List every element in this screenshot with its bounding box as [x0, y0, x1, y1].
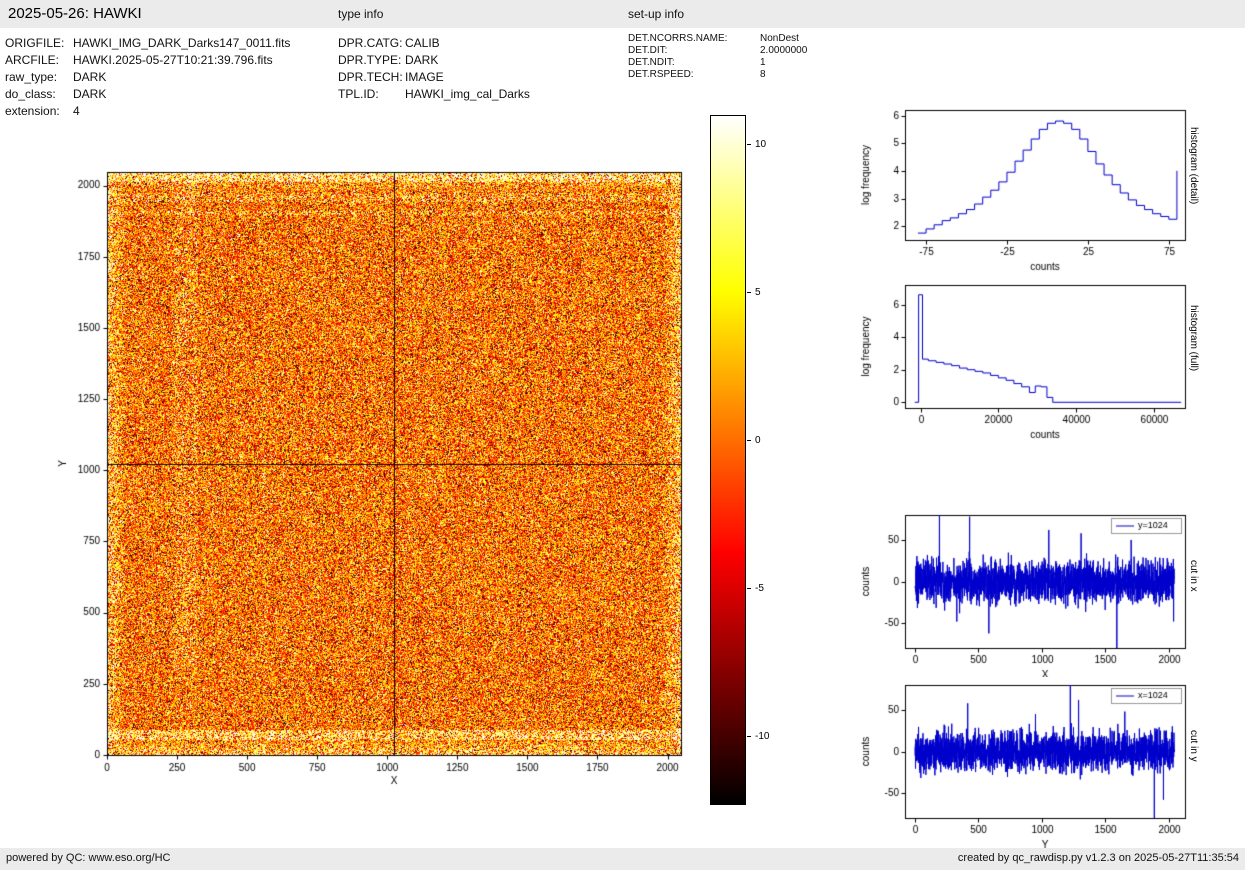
file-info-row: ORIGFILE: HAWKI_IMG_DARK_Darks147_0011.f…: [5, 34, 290, 51]
type-info-block: DPR.CATG: CALIB DPR.TYPE: DARK DPR.TECH:…: [338, 34, 530, 102]
field-value: DARK: [73, 86, 107, 101]
field-label: DET.NCORRS.NAME:: [628, 32, 728, 44]
type-info-row: DPR.CATG: CALIB: [338, 34, 530, 51]
field-value: 8: [760, 68, 766, 80]
field-label: ORIGFILE:: [5, 35, 65, 50]
field-value: 4: [73, 103, 80, 118]
type-info-row: TPL.ID: HAWKI_img_cal_Darks: [338, 85, 530, 102]
field-label: DET.DIT:: [628, 44, 668, 56]
field-value: DARK: [405, 52, 439, 67]
colorbar-tick-label: 10: [755, 139, 767, 150]
field-value: HAWKI.2025-05-27T10:21:39.796.fits: [73, 52, 273, 67]
field-label: do_class:: [5, 86, 56, 101]
footer-left-text: powered by QC: www.eso.org/HC: [6, 852, 171, 864]
file-info-row: raw_type: DARK: [5, 68, 290, 85]
colorbar-tick: [747, 440, 751, 441]
header-bar: 2025-05-26: HAWKI type info set-up info: [0, 0, 1245, 28]
qc-report-page: 2025-05-26: HAWKI type info set-up info …: [0, 0, 1245, 870]
field-value: IMAGE: [405, 69, 444, 84]
cut-in-x-chart: [857, 507, 1195, 682]
field-label: ARCFILE:: [5, 52, 60, 67]
setup-info-block: DET.NCORRS.NAME: NonDest DET.DIT: 2.0000…: [628, 32, 807, 80]
page-title: 2025-05-26: HAWKI: [8, 5, 142, 22]
field-label: DET.NDIT:: [628, 56, 675, 68]
cut-in-y-side-label: cut in y: [1188, 730, 1199, 762]
field-value: HAWKI_IMG_DARK_Darks147_0011.fits: [73, 35, 291, 50]
field-value: 2.0000000: [760, 44, 808, 56]
field-label: extension:: [5, 103, 60, 118]
histogram-full-chart: [857, 277, 1195, 442]
colorbar-tick: [747, 736, 751, 737]
file-info-row: do_class: DARK: [5, 85, 290, 102]
histogram-detail-side-label: histogram (detail): [1188, 127, 1199, 205]
field-label: DET.RSPEED:: [628, 68, 694, 80]
field-value: HAWKI_img_cal_Darks: [405, 86, 530, 101]
colorbar-tick-label: -10: [755, 731, 770, 742]
histogram-full-side-label: histogram (full): [1188, 305, 1199, 372]
colorbar-tick-label: 5: [755, 287, 761, 298]
setup-info-header: set-up info: [628, 7, 685, 21]
field-label: DPR.TYPE:: [338, 52, 402, 67]
histogram-detail-chart: [857, 102, 1195, 274]
field-label: DPR.TECH:: [338, 69, 403, 84]
cut-in-y-chart: [857, 677, 1195, 852]
file-info-row: ARCFILE: HAWKI.2025-05-27T10:21:39.796.f…: [5, 51, 290, 68]
field-label: DPR.CATG:: [338, 35, 403, 50]
dark-frame-image-plot: [50, 160, 710, 810]
field-label: TPL.ID:: [338, 86, 379, 101]
colorbar-tick: [747, 588, 751, 589]
colorbar-tick: [747, 144, 751, 145]
colorbar: [710, 115, 746, 805]
field-value: DARK: [73, 69, 107, 84]
setup-info-row: DET.NDIT: 1: [628, 56, 807, 68]
file-info-row: extension: 4: [5, 102, 290, 119]
setup-info-row: DET.DIT: 2.0000000: [628, 44, 807, 56]
setup-info-row: DET.NCORRS.NAME: NonDest: [628, 32, 807, 44]
setup-info-row: DET.RSPEED: 8: [628, 68, 807, 80]
field-label: raw_type:: [5, 69, 58, 84]
type-info-header: type info: [338, 7, 384, 21]
field-value: CALIB: [405, 35, 440, 50]
file-info-block: ORIGFILE: HAWKI_IMG_DARK_Darks147_0011.f…: [5, 34, 290, 119]
type-info-row: DPR.TECH: IMAGE: [338, 68, 530, 85]
cut-in-x-side-label: cut in x: [1188, 560, 1199, 592]
field-value: 1: [760, 56, 766, 68]
type-info-row: DPR.TYPE: DARK: [338, 51, 530, 68]
colorbar-tick-label: 0: [755, 435, 761, 446]
colorbar-tick-label: -5: [755, 583, 764, 594]
colorbar-tick: [747, 292, 751, 293]
field-value: NonDest: [760, 32, 799, 44]
footer-right-text: created by qc_rawdisp.py v1.2.3 on 2025-…: [957, 852, 1239, 864]
